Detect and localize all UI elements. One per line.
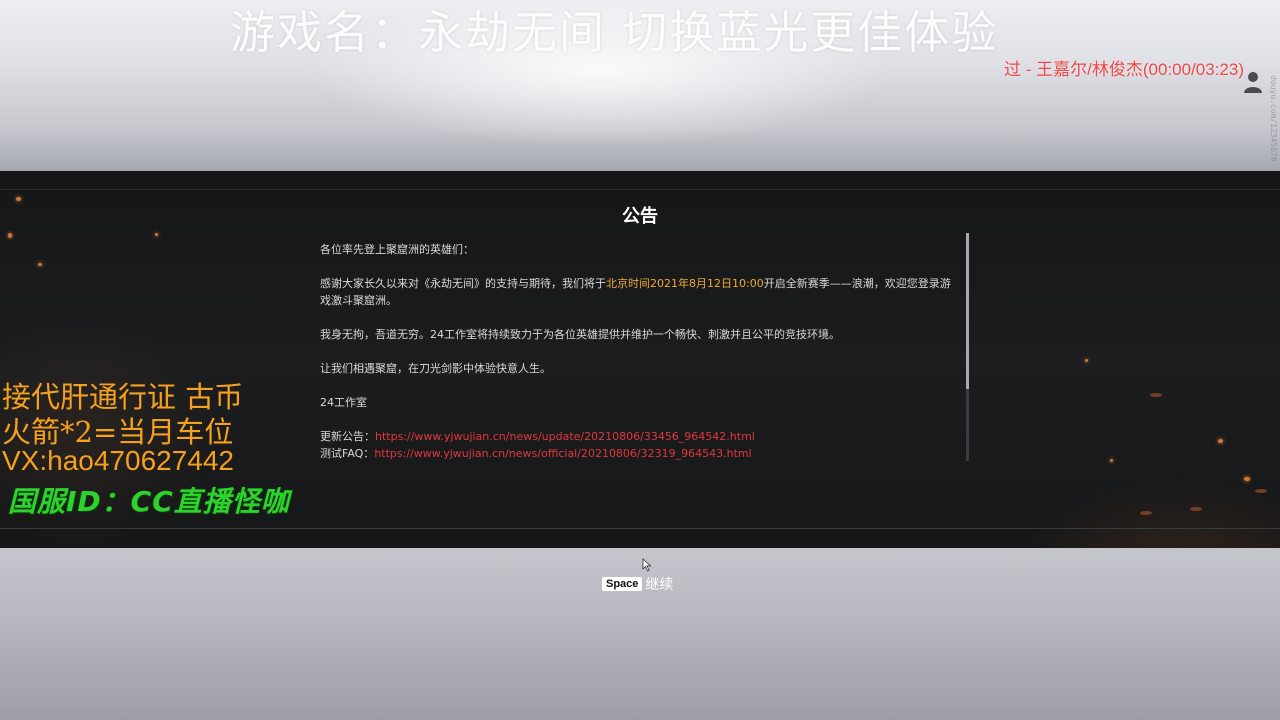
user-icon[interactable]: [1243, 70, 1263, 94]
update-notice-row: 更新公告：https://www.yjwujian.cn/news/update…: [320, 428, 960, 445]
announcement-scrollbar-thumb[interactable]: [966, 233, 969, 389]
season-date-highlight: 北京时间2021年8月12日10:00: [606, 277, 764, 290]
continue-prompt[interactable]: Space 继续: [602, 573, 674, 593]
leaf-decoration: [1150, 393, 1162, 397]
announcement-title: 公告: [622, 206, 658, 227]
faq-label: 测试FAQ：: [320, 447, 375, 460]
announcement-body: 各位率先登上聚窟洲的英雄们： 感谢大家长久以来对《永劫无间》的支持与期待，我们将…: [320, 241, 960, 463]
faq-row: 测试FAQ：https://www.yjwujian.cn/news/offic…: [320, 445, 960, 462]
update-notice-link[interactable]: https://www.yjwujian.cn/news/update/2021…: [375, 430, 755, 443]
stream-title-overlay: 游戏名：永劫无间 切换蓝光更佳体验: [230, 6, 999, 59]
announcement-greeting: 各位率先登上聚窟洲的英雄们：: [320, 243, 474, 256]
leaf-decoration: [1140, 511, 1152, 515]
side-watermark: douyu.com/12345678: [1269, 75, 1278, 162]
announcement-paragraph-3: 让我们相遇聚窟，在刀光剑影中体验快意人生。: [320, 362, 551, 375]
ember-decoration: [8, 233, 12, 238]
leaf-decoration: [1190, 507, 1202, 511]
ember-decoration: [16, 197, 21, 201]
ember-decoration: [1218, 439, 1223, 443]
leaf-decoration: [1255, 489, 1267, 493]
music-now-playing: 过 - 王嘉尔/林俊杰(00:00/03:23): [1004, 60, 1244, 79]
promo-line-4: 国服ID：CC直播怪咖: [8, 485, 290, 518]
ember-decoration: [38, 263, 42, 266]
ember-decoration: [1244, 477, 1250, 481]
panel-divider-top: [0, 189, 1280, 190]
ember-decoration: [1085, 359, 1088, 362]
announcement-paragraph-1: 感谢大家长久以来对《永劫无间》的支持与期待，我们将于北京时间2021年8月12日…: [320, 275, 960, 309]
mouse-cursor-icon: [642, 558, 652, 572]
space-key-badge[interactable]: Space: [602, 576, 643, 591]
para1-prefix: 感谢大家长久以来对《永劫无间》的支持与期待，我们将于: [320, 277, 606, 290]
announcement-signature: 24工作室: [320, 396, 367, 409]
faq-link[interactable]: https://www.yjwujian.cn/news/official/20…: [374, 447, 751, 460]
promo-line-3: VX:hao470627442: [2, 445, 234, 476]
panel-divider-bottom: [0, 528, 1280, 529]
ember-decoration: [1110, 459, 1113, 462]
update-label: 更新公告：: [320, 430, 375, 443]
continue-label: 继续: [645, 576, 674, 593]
announcement-paragraph-2: 我身无拘，吾道无穷。24工作室将持续致力于为各位英雄提供并维护一个畅快、刺激并且…: [320, 328, 840, 341]
ember-decoration: [155, 233, 158, 236]
